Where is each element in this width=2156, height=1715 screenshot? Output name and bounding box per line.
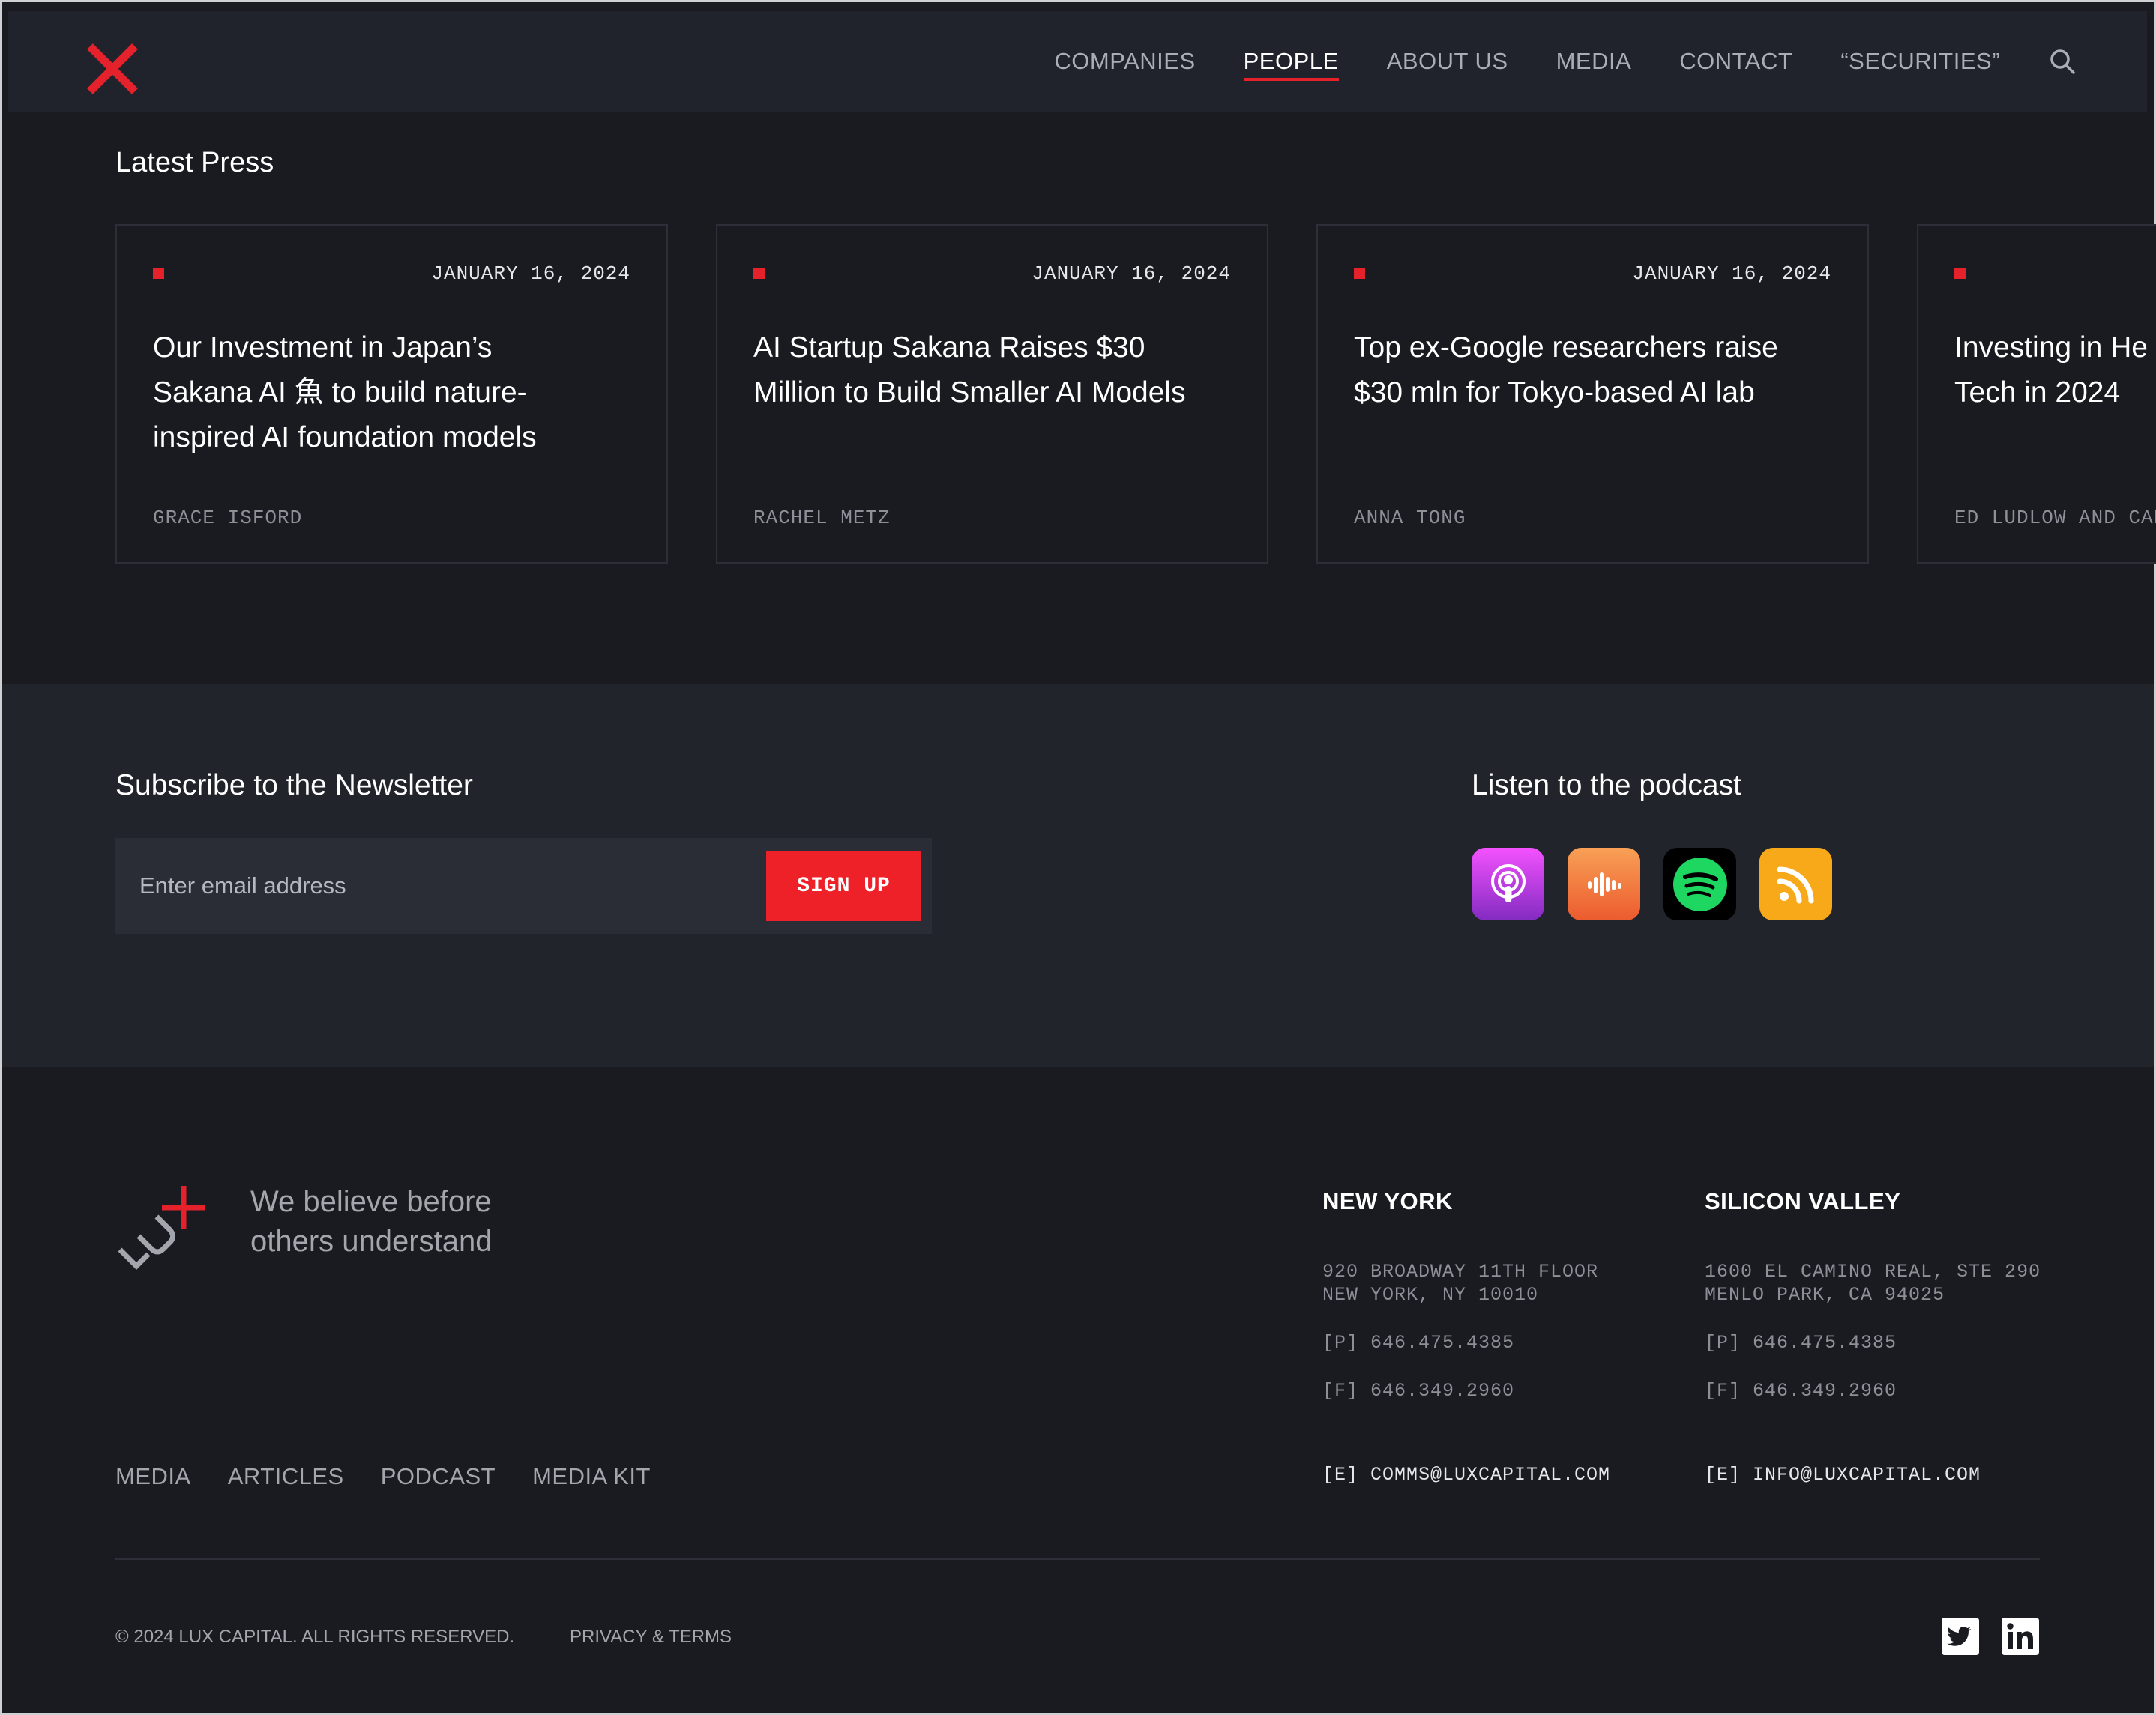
office-name: SILICON VALLEY <box>1705 1188 1901 1214</box>
phone-label: [P] <box>1322 1332 1359 1354</box>
office-fax: [F] 646.349.2960 <box>1322 1380 1514 1402</box>
newsletter-heading: Subscribe to the Newsletter <box>115 769 473 801</box>
podcast-platforms <box>1472 848 1855 920</box>
nav-about-us[interactable]: ABOUT US <box>1387 11 1508 112</box>
office-email[interactable]: [E] COMMS@LUXCAPITAL.COM <box>1322 1464 1610 1486</box>
footer-link-media[interactable]: MEDIA <box>115 1463 191 1490</box>
castbox-icon[interactable] <box>1568 848 1640 920</box>
press-author: RACHEL METZ <box>753 507 891 529</box>
press-headline: Our Investment in Japan’s Sakana AI 魚 to… <box>153 325 640 460</box>
copyright: © 2024 LUX CAPITAL. ALL RIGHTS RESERVED. <box>115 1627 515 1647</box>
headline-line: inspired AI foundation models <box>153 421 537 453</box>
headline-line: AI Startup Sakana Raises $30 <box>753 331 1145 364</box>
footer-divider <box>115 1558 2040 1560</box>
phone-number: 646.475.4385 <box>1753 1332 1897 1354</box>
office-phone: [P] 646.475.4385 <box>1705 1332 1897 1354</box>
headline-line: Our Investment in Japan’s <box>153 331 493 364</box>
lux-x-logo[interactable] <box>82 39 142 99</box>
headline-line: Investing in He <box>1954 331 2148 364</box>
press-author: ANNA TONG <box>1354 507 1466 529</box>
sign-up-button[interactable]: SIGN UP <box>766 851 921 921</box>
headline-line: Tech in 2024 <box>1954 376 2121 409</box>
fax-label: [F] <box>1322 1380 1359 1402</box>
nav-securities[interactable]: “SECURITIES” <box>1840 11 2000 112</box>
footer-links: MEDIA ARTICLES PODCAST MEDIA KIT <box>115 1463 687 1490</box>
press-cards: JANUARY 16, 2024 Our Investment in Japan… <box>115 224 2156 565</box>
red-square-icon <box>153 268 164 279</box>
footer-link-podcast[interactable]: PODCAST <box>381 1463 496 1490</box>
nav-people[interactable]: PEOPLE <box>1243 11 1339 112</box>
fax-number: 646.349.2960 <box>1370 1380 1515 1402</box>
headline-line: Sakana AI 魚 to build nature- <box>153 376 527 409</box>
apple-podcasts-icon[interactable] <box>1472 848 1544 920</box>
press-headline: Investing in He Tech in 2024 <box>1954 325 2156 415</box>
twitter-icon[interactable] <box>1942 1618 1979 1655</box>
office-email[interactable]: [E] INFO@LUXCAPITAL.COM <box>1705 1464 1981 1486</box>
main-nav: COMPANIES PEOPLE ABOUT US MEDIA CONTACT … <box>1006 11 2077 112</box>
red-square-icon <box>1354 268 1365 279</box>
tagline-line: We believe before <box>250 1185 492 1218</box>
rss-icon[interactable] <box>1759 848 1832 920</box>
office-phone: [P] 646.475.4385 <box>1322 1332 1514 1354</box>
phone-label: [P] <box>1705 1332 1741 1354</box>
office-address: 1600 EL CAMINO REAL, STE 290 <box>1705 1261 2041 1283</box>
spotify-icon[interactable] <box>1663 848 1736 920</box>
email-field[interactable] <box>115 838 760 934</box>
podcast-heading: Listen to the podcast <box>1472 769 1741 801</box>
press-card[interactable]: JANUARY 16, 2024 Our Investment in Japan… <box>115 224 668 564</box>
press-author: ED LUDLOW AND CAR <box>1954 507 2156 529</box>
press-date: JANUARY 16, 2024 <box>1032 262 1231 285</box>
search-icon[interactable] <box>2048 47 2077 76</box>
office-address: NEW YORK, NY 10010 <box>1322 1284 1539 1306</box>
newsletter-form: SIGN UP <box>115 838 932 934</box>
footer-link-articles[interactable]: ARTICLES <box>228 1463 344 1490</box>
office-new-york: NEW YORK 920 BROADWAY 11TH FLOOR NEW YOR… <box>1322 1188 1610 1486</box>
latest-press-heading: Latest Press <box>115 147 274 178</box>
nav-media[interactable]: MEDIA <box>1556 11 1632 112</box>
press-card[interactable]: JANUARY 16, 2024 Top ex-Google researche… <box>1316 224 1869 564</box>
footer-link-media-kit[interactable]: MEDIA KIT <box>532 1463 651 1490</box>
office-address: 920 BROADWAY 11TH FLOOR <box>1322 1261 1599 1283</box>
fax-number: 646.349.2960 <box>1753 1380 1897 1402</box>
headline-line: Top ex-Google researchers raise <box>1354 331 1778 364</box>
red-square-icon <box>1954 268 1966 279</box>
press-headline: AI Startup Sakana Raises $30 Million to … <box>753 325 1241 415</box>
press-date: JANUARY 16, 2024 <box>1632 262 1831 285</box>
phone-number: 646.475.4385 <box>1370 1332 1515 1354</box>
press-author: GRACE ISFORD <box>153 507 303 529</box>
privacy-terms-link[interactable]: PRIVACY & TERMS <box>570 1627 732 1648</box>
press-card[interactable]: Investing in He Tech in 2024 ED LUDLOW A… <box>1917 224 2156 564</box>
office-address: MENLO PARK, CA 94025 <box>1705 1284 1945 1306</box>
nav-contact[interactable]: CONTACT <box>1679 11 1792 112</box>
linkedin-icon[interactable] <box>2002 1618 2039 1655</box>
red-square-icon <box>753 268 765 279</box>
fax-label: [F] <box>1705 1380 1741 1402</box>
newsletter-section: Subscribe to the Newsletter SIGN UP List… <box>2 684 2154 1067</box>
headline-line: $30 mln for Tokyo-based AI lab <box>1354 376 1755 409</box>
email-address: COMMS@LUXCAPITAL.COM <box>1370 1464 1611 1486</box>
press-headline: Top ex-Google researchers raise $30 mln … <box>1354 325 1841 415</box>
email-address: INFO@LUXCAPITAL.COM <box>1753 1464 1981 1486</box>
site-header: COMPANIES PEOPLE ABOUT US MEDIA CONTACT … <box>8 11 2147 112</box>
email-label: [E] <box>1322 1464 1359 1486</box>
office-silicon-valley: SILICON VALLEY 1600 EL CAMINO REAL, STE … <box>1705 1188 2040 1486</box>
press-date: JANUARY 16, 2024 <box>431 262 630 285</box>
office-fax: [F] 646.349.2960 <box>1705 1380 1897 1402</box>
press-card[interactable]: JANUARY 16, 2024 AI Startup Sakana Raise… <box>716 224 1268 564</box>
office-name: NEW YORK <box>1322 1188 1453 1214</box>
lux-capital-logo[interactable] <box>114 1186 208 1276</box>
headline-line: Million to Build Smaller AI Models <box>753 376 1186 409</box>
nav-companies[interactable]: COMPANIES <box>1054 11 1195 112</box>
tagline: We believe before others understand <box>250 1182 492 1262</box>
email-label: [E] <box>1705 1464 1741 1486</box>
tagline-line: others understand <box>250 1225 493 1258</box>
